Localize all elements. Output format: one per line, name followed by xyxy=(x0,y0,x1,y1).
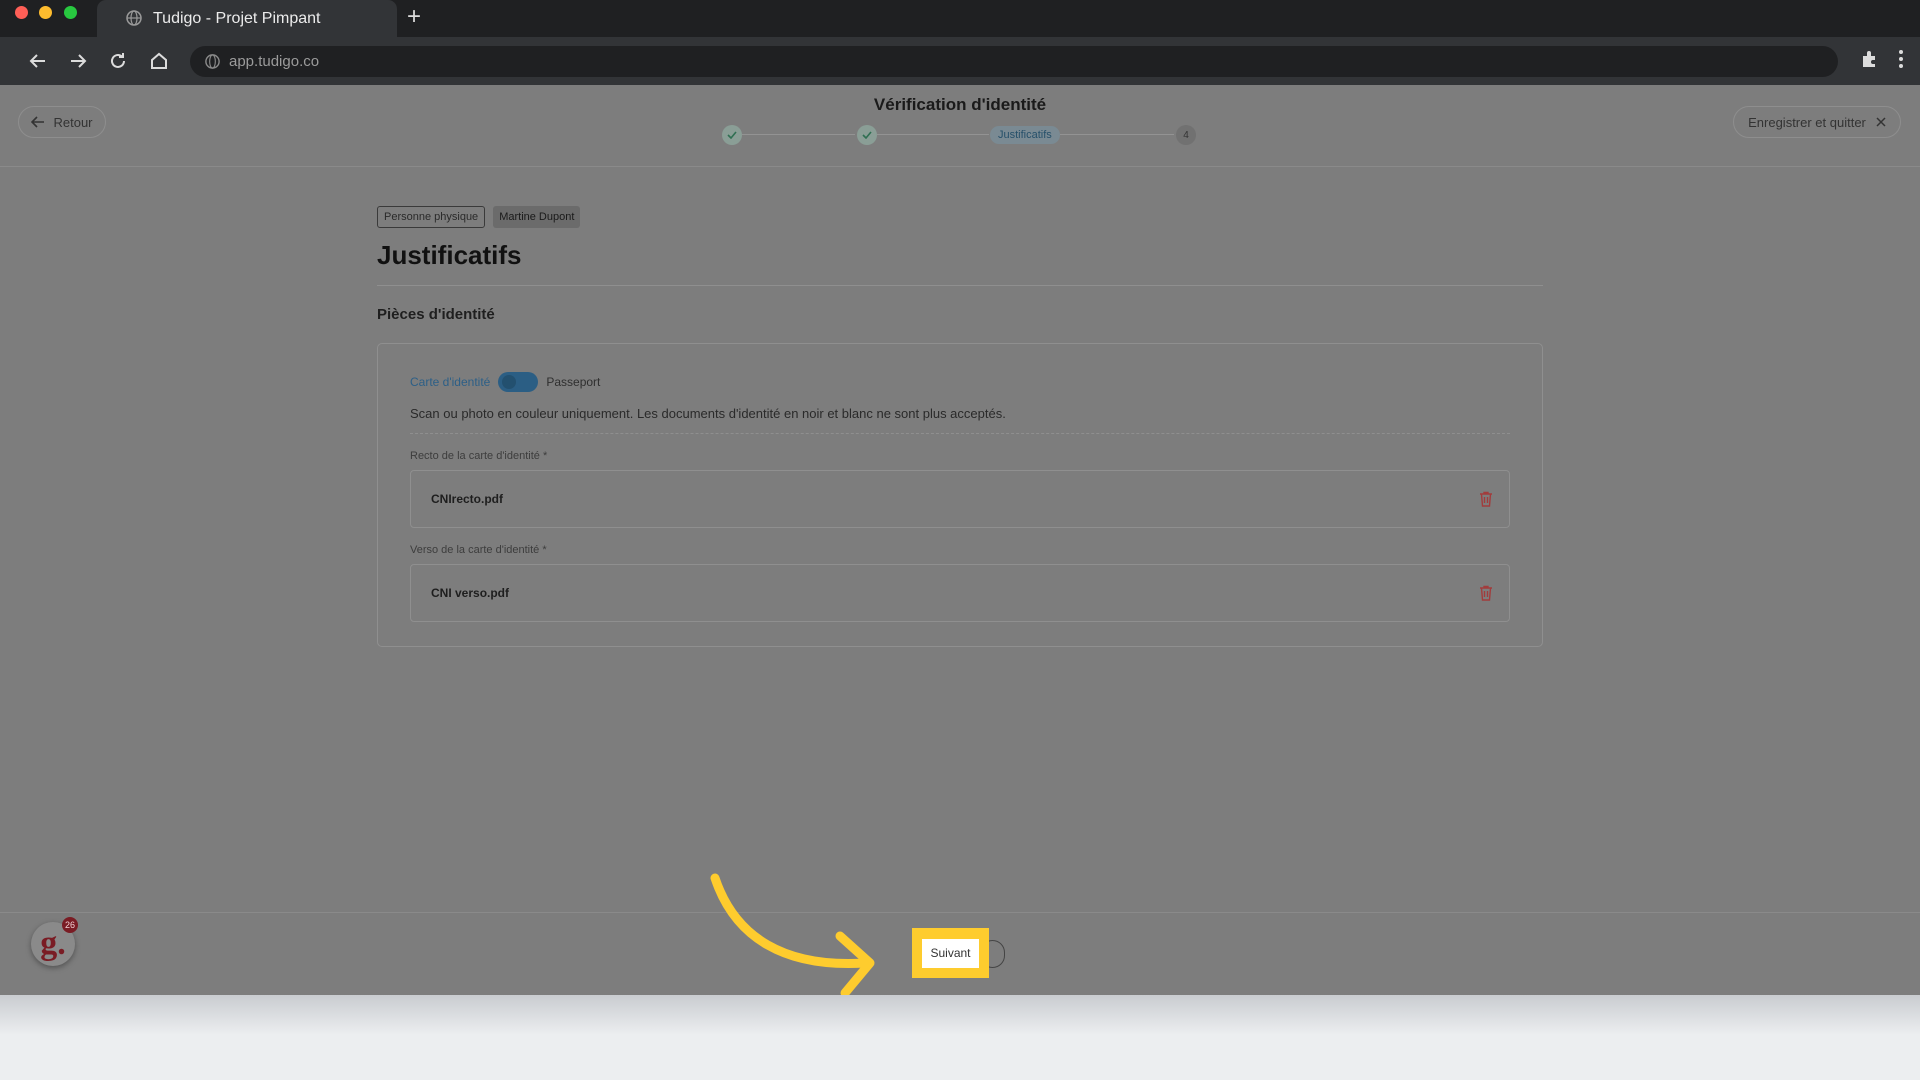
save-quit-label: Enregistrer et quitter xyxy=(1748,114,1866,130)
step-2-done xyxy=(857,125,877,145)
trash-icon[interactable] xyxy=(1479,491,1493,507)
document-type-toggle: Carte d'identité Passeport xyxy=(410,372,1510,392)
reload-icon[interactable] xyxy=(107,50,129,72)
back-arrow-icon[interactable] xyxy=(27,50,49,72)
next-button-highlight: Suivant xyxy=(912,928,989,978)
save-and-quit-button[interactable]: Enregistrer et quitter xyxy=(1733,106,1901,138)
extensions-icon[interactable] xyxy=(1860,49,1880,69)
identity-documents-card: Carte d'identité Passeport Scan ou photo… xyxy=(377,343,1543,647)
toggle-option-passport[interactable]: Passeport xyxy=(546,375,600,389)
step-connector xyxy=(1060,134,1174,135)
check-icon xyxy=(862,131,872,139)
minimize-window-button[interactable] xyxy=(39,6,52,19)
front-side-label: Recto de la carte d'identité * xyxy=(410,450,548,462)
close-icon xyxy=(1876,117,1886,127)
back-side-label: Verso de la carte d'identité * xyxy=(410,544,547,556)
profile-badges: Personne physique Martine Dupont xyxy=(377,206,1543,228)
new-tab-button[interactable]: + xyxy=(407,3,421,31)
document-type-switch[interactable] xyxy=(498,372,539,392)
back-side-file: CNI verso.pdf xyxy=(410,564,1510,622)
step-1-done xyxy=(722,125,742,145)
browser-tab-bar: Tudigo - Projet Pimpant + xyxy=(0,0,1920,37)
browser-toolbar: app.tudigo.co xyxy=(0,37,1920,85)
trash-icon[interactable] xyxy=(1479,585,1493,601)
main-content: Personne physique Martine Dupont Justifi… xyxy=(377,206,1543,647)
window-bottom-shadow xyxy=(0,995,1920,1035)
page-title: Vérification d'identité xyxy=(873,95,1047,114)
identity-documents-title: Pièces d'identité xyxy=(377,306,495,323)
notification-count-badge: 26 xyxy=(62,917,78,933)
url-text: app.tudigo.co xyxy=(229,53,320,70)
tutorial-arrow-icon xyxy=(710,873,875,998)
step-3-current: Justificatifs xyxy=(990,126,1060,144)
step-connector xyxy=(742,134,855,135)
avatar-letter: g. xyxy=(40,925,66,962)
next-button[interactable]: Suivant xyxy=(922,938,979,968)
page-header: Retour Vérification d'identité Justifica… xyxy=(0,85,1920,167)
site-info-icon[interactable] xyxy=(204,53,221,70)
browser-tab[interactable]: Tudigo - Projet Pimpant xyxy=(97,0,397,37)
color-scan-note: Scan ou photo en couleur uniquement. Les… xyxy=(410,406,1510,434)
browser-menu-icon[interactable] xyxy=(1898,49,1904,69)
arrow-left-icon xyxy=(31,116,45,128)
page-footer: g. 26 Suivant xyxy=(0,873,1920,998)
page-overlay: Retour Vérification d'identité Justifica… xyxy=(0,85,1920,998)
address-bar[interactable]: app.tudigo.co xyxy=(190,46,1838,77)
step-connector xyxy=(877,134,989,135)
file-name: CNIrecto.pdf xyxy=(431,492,503,506)
switch-knob xyxy=(502,375,517,389)
tab-title: Tudigo - Projet Pimpant xyxy=(153,9,321,27)
file-name: CNI verso.pdf xyxy=(431,586,510,600)
step-4-pending: 4 xyxy=(1176,125,1196,145)
person-name-badge: Martine Dupont xyxy=(493,206,581,228)
forward-arrow-icon[interactable] xyxy=(67,50,89,72)
home-icon[interactable] xyxy=(148,50,170,72)
close-window-button[interactable] xyxy=(15,6,28,19)
section-title: Justificatifs xyxy=(377,240,1543,286)
check-icon xyxy=(727,131,737,139)
progress-stepper: Justificatifs 4 xyxy=(720,123,1200,147)
toggle-option-id-card[interactable]: Carte d'identité xyxy=(410,375,490,389)
maximize-window-button[interactable] xyxy=(64,6,77,19)
globe-icon xyxy=(126,10,142,26)
person-type-badge: Personne physique xyxy=(377,206,486,228)
front-side-file: CNIrecto.pdf xyxy=(410,470,1510,528)
back-label: Retour xyxy=(53,114,93,130)
